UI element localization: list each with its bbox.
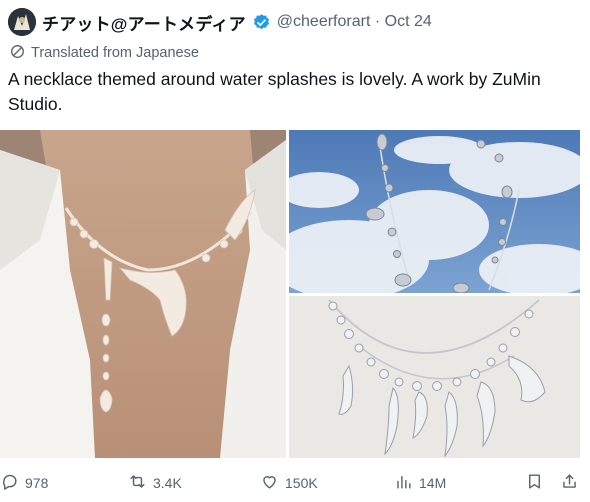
separator-dot: · bbox=[374, 13, 381, 30]
media-grid bbox=[0, 130, 580, 458]
share-icon bbox=[560, 472, 579, 494]
like-icon bbox=[260, 472, 279, 494]
share-button[interactable] bbox=[560, 468, 579, 498]
repost-button[interactable]: 3.4K bbox=[128, 468, 182, 498]
author-display-name[interactable]: チアット@アートメディア bbox=[42, 10, 246, 35]
media-image-necklace-against-sky[interactable] bbox=[289, 130, 580, 293]
views-icon bbox=[394, 472, 413, 494]
author-handle-and-date[interactable]: @cheerforart · Oct 24 bbox=[277, 13, 432, 31]
tweet-header: チアット@アートメディア @cheerforart · Oct 24 bbox=[8, 8, 432, 36]
reply-icon bbox=[0, 472, 19, 494]
reply-count: 978 bbox=[25, 475, 49, 491]
tweet-action-bar: 978 3.4K 150K 14M bbox=[0, 468, 590, 498]
tweet-text: A necklace themed around water splashes … bbox=[8, 69, 541, 114]
author-handle[interactable]: @cheerforart bbox=[277, 13, 371, 30]
reply-button[interactable]: 978 bbox=[0, 468, 48, 498]
verified-badge-icon bbox=[252, 13, 271, 32]
translation-note[interactable]: Translated from Japanese bbox=[10, 44, 199, 62]
views-count: 14M bbox=[419, 475, 447, 491]
like-button[interactable]: 150K bbox=[260, 468, 318, 498]
translate-icon bbox=[10, 44, 25, 63]
like-count: 150K bbox=[285, 475, 318, 491]
repost-count: 3.4K bbox=[153, 475, 182, 491]
tweet-date[interactable]: Oct 24 bbox=[385, 13, 432, 30]
views-button[interactable]: 14M bbox=[394, 468, 446, 498]
bookmark-icon bbox=[525, 472, 544, 494]
translation-note-label: Translated from Japanese bbox=[31, 45, 199, 61]
media-image-necklace-on-model[interactable] bbox=[0, 130, 286, 458]
repost-icon bbox=[128, 472, 147, 494]
media-image-necklace-on-white-background[interactable] bbox=[289, 296, 580, 458]
avatar[interactable] bbox=[8, 8, 36, 36]
bookmark-button[interactable] bbox=[525, 468, 544, 498]
